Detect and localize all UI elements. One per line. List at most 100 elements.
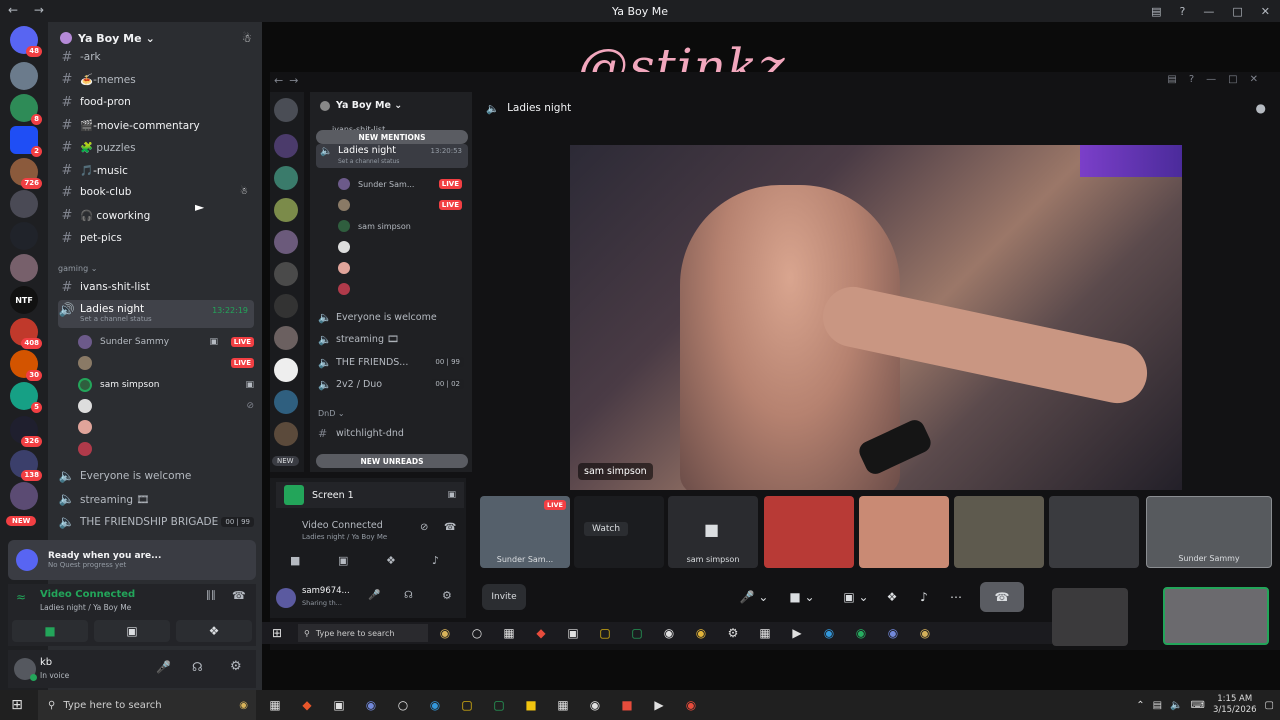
taskbar-search[interactable]: ⚲ Type here to search: [298, 624, 428, 642]
channel-pet-pics[interactable]: # pet-pics: [58, 227, 254, 249]
server-icon[interactable]: [10, 62, 38, 90]
taskbar-search[interactable]: ⚲ Type here to search ◉: [38, 690, 256, 720]
voice-channel[interactable]: 🔈 THE FRIENDS... 00 | 99: [318, 353, 464, 371]
steam-icon[interactable]: ◉: [584, 694, 606, 716]
inbox-icon[interactable]: ▤: [1151, 5, 1161, 18]
server-icon[interactable]: 30: [10, 350, 42, 381]
server-icon[interactable]: 5: [10, 382, 42, 413]
voice-user[interactable]: sam simpson ▣: [78, 375, 254, 395]
windows-start-icon[interactable]: ⊞: [266, 622, 288, 644]
server-icon[interactable]: 408: [10, 318, 42, 349]
new-badge[interactable]: NEW: [6, 516, 37, 526]
set-status-link[interactable]: Set a channel status: [80, 315, 152, 323]
help-icon[interactable]: ?: [1180, 5, 1186, 18]
obs-icon[interactable]: ○: [392, 694, 414, 716]
taskbar-app-icon[interactable]: ▢: [488, 694, 510, 716]
participant-tile[interactable]: [1049, 496, 1139, 568]
add-member-icon[interactable]: ☃: [242, 32, 252, 45]
window-controls[interactable]: ▤?—□✕: [1167, 74, 1270, 85]
maximize-button[interactable]: □: [1232, 5, 1242, 18]
channel-witchlight-dnd[interactable]: # witchlight-dnd: [318, 424, 404, 442]
voice-channel-everyone-welcome[interactable]: 🔈 Everyone is welcome: [58, 465, 254, 487]
server-icon[interactable]: [10, 222, 38, 250]
taskbar-app-icon[interactable]: ◉: [850, 622, 872, 644]
participant-tile[interactable]: [764, 496, 854, 568]
voice-user[interactable]: LIVE: [338, 195, 462, 215]
taskbar-app-icon[interactable]: ■: [616, 694, 638, 716]
voice-channel-ladies-night[interactable]: 🔊 Ladies night Set a channel status 13:2…: [58, 300, 254, 328]
voice-channel-streaming[interactable]: 🔈 streaming 🎞: [58, 488, 254, 510]
server-icon[interactable]: 726: [10, 158, 42, 189]
channel-ark[interactable]: # -ark: [58, 46, 254, 68]
camera-button[interactable]: ■ ⌄: [782, 584, 822, 610]
more-options-button[interactable]: ⋯: [944, 584, 968, 610]
soundboard-icon[interactable]: ♪: [432, 554, 439, 567]
settings-gear-icon[interactable]: ⚙: [230, 659, 242, 674]
microphone-icon[interactable]: 🎤: [368, 590, 380, 601]
screen-share-icon[interactable]: ▣: [338, 554, 348, 567]
server-icon[interactable]: [274, 294, 298, 318]
tray-overflow-icon[interactable]: ⌃: [1136, 700, 1144, 711]
voice-user[interactable]: [78, 439, 254, 459]
new-unreads-pill[interactable]: NEW UNREADS: [316, 454, 468, 468]
invite-button[interactable]: Invite: [482, 584, 526, 610]
channel-coworking[interactable]: # 🎧 coworking: [58, 204, 254, 226]
back-forward-nav[interactable]: ← →: [8, 3, 50, 17]
keyboard-icon[interactable]: ⌨: [1191, 700, 1205, 711]
clock[interactable]: 1:15 AM 3/15/2026: [1213, 694, 1257, 716]
embedded-voice-channel[interactable]: 🔈 Ladies night Set a channel status 13:2…: [316, 144, 468, 168]
channel-food-pron[interactable]: # food-pron: [58, 91, 254, 113]
server-icon[interactable]: [10, 482, 38, 510]
voice-user[interactable]: LIVE: [78, 353, 254, 373]
headphones-icon[interactable]: ☊: [404, 590, 413, 601]
taskbar-app-icon[interactable]: ◉: [658, 622, 680, 644]
network-icon[interactable]: ▤: [1153, 700, 1162, 711]
screen-share-button[interactable]: ▣ ⌄: [836, 584, 876, 610]
activities-button[interactable]: ❖: [880, 584, 904, 610]
quest-panel[interactable]: Ready when you are... No Quest progress …: [8, 540, 256, 580]
server-icon[interactable]: [274, 262, 298, 286]
participant-tile[interactable]: ■ sam simpson: [668, 496, 758, 568]
server-icon[interactable]: [274, 358, 298, 382]
embedded-guild-header[interactable]: Ya Boy Me ⌄: [320, 100, 402, 111]
disconnect-icon[interactable]: ☎: [232, 589, 246, 602]
participant-tile[interactable]: Watch: [574, 496, 664, 568]
noise-suppression-icon[interactable]: ∥∥: [206, 590, 216, 601]
server-icon[interactable]: [274, 390, 298, 414]
activities-button[interactable]: ❖: [176, 620, 252, 642]
webcam-preview[interactable]: [1052, 588, 1128, 646]
vc-sub[interactable]: Ladies night / Ya Boy Me: [40, 603, 131, 612]
taskbar-app-icon[interactable]: ◉: [434, 622, 456, 644]
vc-status[interactable]: Video Connected: [302, 520, 383, 531]
vc-status[interactable]: Video Connected: [40, 589, 135, 600]
disconnect-icon[interactable]: ☎: [444, 522, 456, 533]
voice-channel[interactable]: 🔈 Everyone is welcome: [318, 308, 437, 326]
channel-book-club[interactable]: # book-club ☃: [58, 181, 254, 203]
server-icon[interactable]: NTF: [10, 286, 38, 314]
server-icon[interactable]: 8: [10, 94, 42, 125]
screen-share-preview[interactable]: Screen 1 ▣: [276, 482, 464, 508]
category-gaming[interactable]: gaming ⌄: [58, 264, 97, 273]
taskbar-app-icon[interactable]: ○: [466, 622, 488, 644]
task-view-icon[interactable]: ▦: [264, 694, 286, 716]
taskbar-app-icon[interactable]: ▶: [786, 622, 808, 644]
microphone-button[interactable]: 🎤 ⌄: [734, 584, 774, 610]
server-icon[interactable]: [274, 134, 298, 158]
channel-music[interactable]: # 🎵-music: [58, 159, 254, 181]
volume-icon[interactable]: 🔈: [1170, 700, 1182, 711]
settings-gear-icon[interactable]: ⚙: [442, 589, 452, 602]
voice-user[interactable]: sam simpson: [338, 216, 462, 236]
voice-user[interactable]: Sunder Sammy ▣ LIVE: [78, 332, 254, 352]
main-video[interactable]: sam simpson: [570, 145, 1182, 490]
home-icon[interactable]: [274, 98, 298, 122]
taskbar-app-icon[interactable]: ▶: [648, 694, 670, 716]
headphones-icon[interactable]: ☊: [192, 660, 203, 674]
server-icon[interactable]: [10, 190, 38, 218]
server-icon[interactable]: [274, 422, 298, 446]
vc-sub[interactable]: Ladies night / Ya Boy Me: [302, 533, 387, 541]
taskbar-app-icon[interactable]: ◉: [818, 622, 840, 644]
taskbar-app-icon[interactable]: ▦: [498, 622, 520, 644]
discord-icon[interactable]: ◉: [360, 694, 382, 716]
windows-start-icon[interactable]: ⊞: [6, 694, 28, 716]
invite-icon[interactable]: ☃: [240, 187, 248, 197]
